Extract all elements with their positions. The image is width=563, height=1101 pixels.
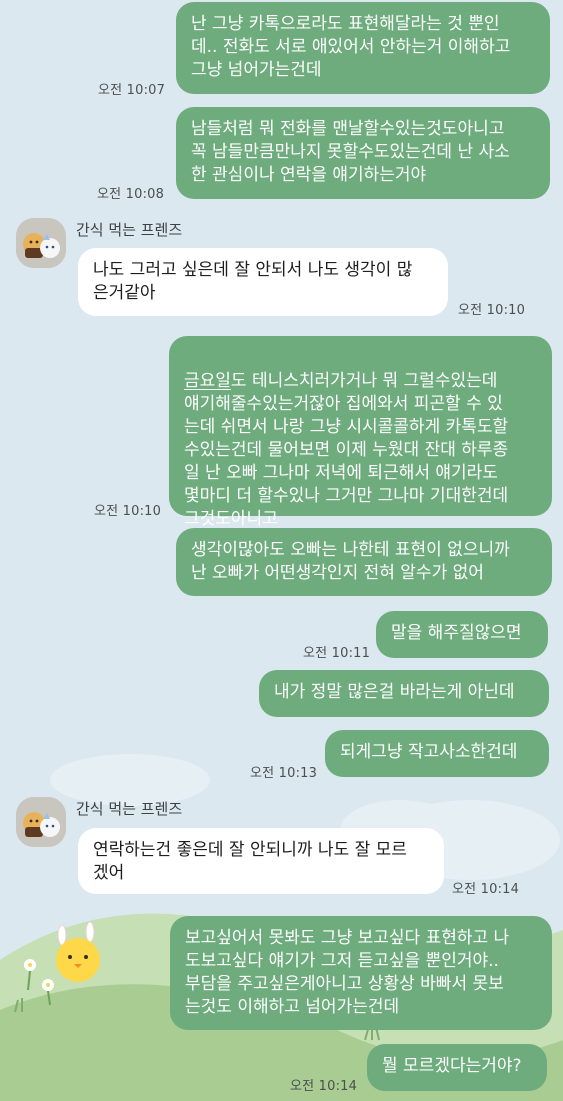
underlined-word[interactable]: 금요일 — [184, 371, 231, 391]
message-bubble-outgoing[interactable]: 생각이많아도 오빠는 나한테 표현이 없으니까 난 오빠가 어떤생각인지 전혀 … — [176, 528, 552, 596]
message-timestamp: 오전 10:07 — [98, 83, 166, 98]
contact-avatar[interactable] — [16, 797, 66, 847]
message-bubble-outgoing[interactable]: 난 그냥 카톡으로라도 표현해달라는 것 뿐인 데.. 전화도 서로 애있어서 … — [176, 2, 550, 94]
snack-friends-avatar-icon — [16, 797, 66, 847]
message-timestamp: 오전 10:13 — [250, 766, 318, 781]
message-bubble-outgoing[interactable]: 금요일도 테니스치러가거나 뭐 그럴수있는데 얘기해줄수있는거잖아 집에와서 피… — [169, 336, 552, 529]
message-text: 도 테니스치러가거나 뭐 그럴수있는데 얘기해줄수있는거잖아 집에와서 피곤할 … — [184, 371, 509, 529]
message-bubble-incoming[interactable]: 나도 그러고 싶은데 잘 안되서 나도 생각이 많 은거같아 — [78, 248, 448, 316]
message-timestamp: 오전 10:11 — [303, 646, 371, 661]
sender-name: 간식 먹는 프렌즈 — [76, 800, 183, 818]
message-bubble-outgoing[interactable]: 뭘 모르겠다는거야? — [367, 1044, 547, 1091]
chat-log[interactable]: 난 그냥 카톡으로라도 표현해달라는 것 뿐인 데.. 전화도 서로 애있어서 … — [0, 0, 563, 1101]
message-timestamp: 오전 10:10 — [94, 504, 162, 519]
message-bubble-incoming[interactable]: 연락하는건 좋은데 잘 안되니까 나도 잘 모르 겠어 — [78, 828, 444, 894]
message-bubble-outgoing[interactable]: 되게그냥 작고사소한건데 — [325, 730, 549, 777]
message-bubble-outgoing[interactable]: 남들처럼 뭐 전화를 맨날할수있는것도아니고 꼭 남들만큼만나지 못할수도있는건… — [176, 107, 550, 199]
sender-name: 간식 먹는 프렌즈 — [76, 221, 183, 239]
snack-friends-avatar-icon — [16, 218, 66, 268]
contact-avatar[interactable] — [16, 218, 66, 268]
message-bubble-outgoing[interactable]: 보고싶어서 못봐도 그냥 보고싶다 표현하고 나 도보고싶다 얘기가 그저 듣고… — [170, 916, 552, 1030]
message-timestamp: 오전 10:10 — [458, 303, 526, 318]
message-bubble-outgoing[interactable]: 내가 정말 많은걸 바라는게 아닌데 — [259, 670, 549, 717]
message-timestamp: 오전 10:08 — [97, 187, 165, 202]
message-timestamp: 오전 10:14 — [290, 1079, 358, 1094]
message-bubble-outgoing[interactable]: 말을 해주질않으면 — [376, 611, 548, 658]
message-timestamp: 오전 10:14 — [452, 882, 520, 897]
